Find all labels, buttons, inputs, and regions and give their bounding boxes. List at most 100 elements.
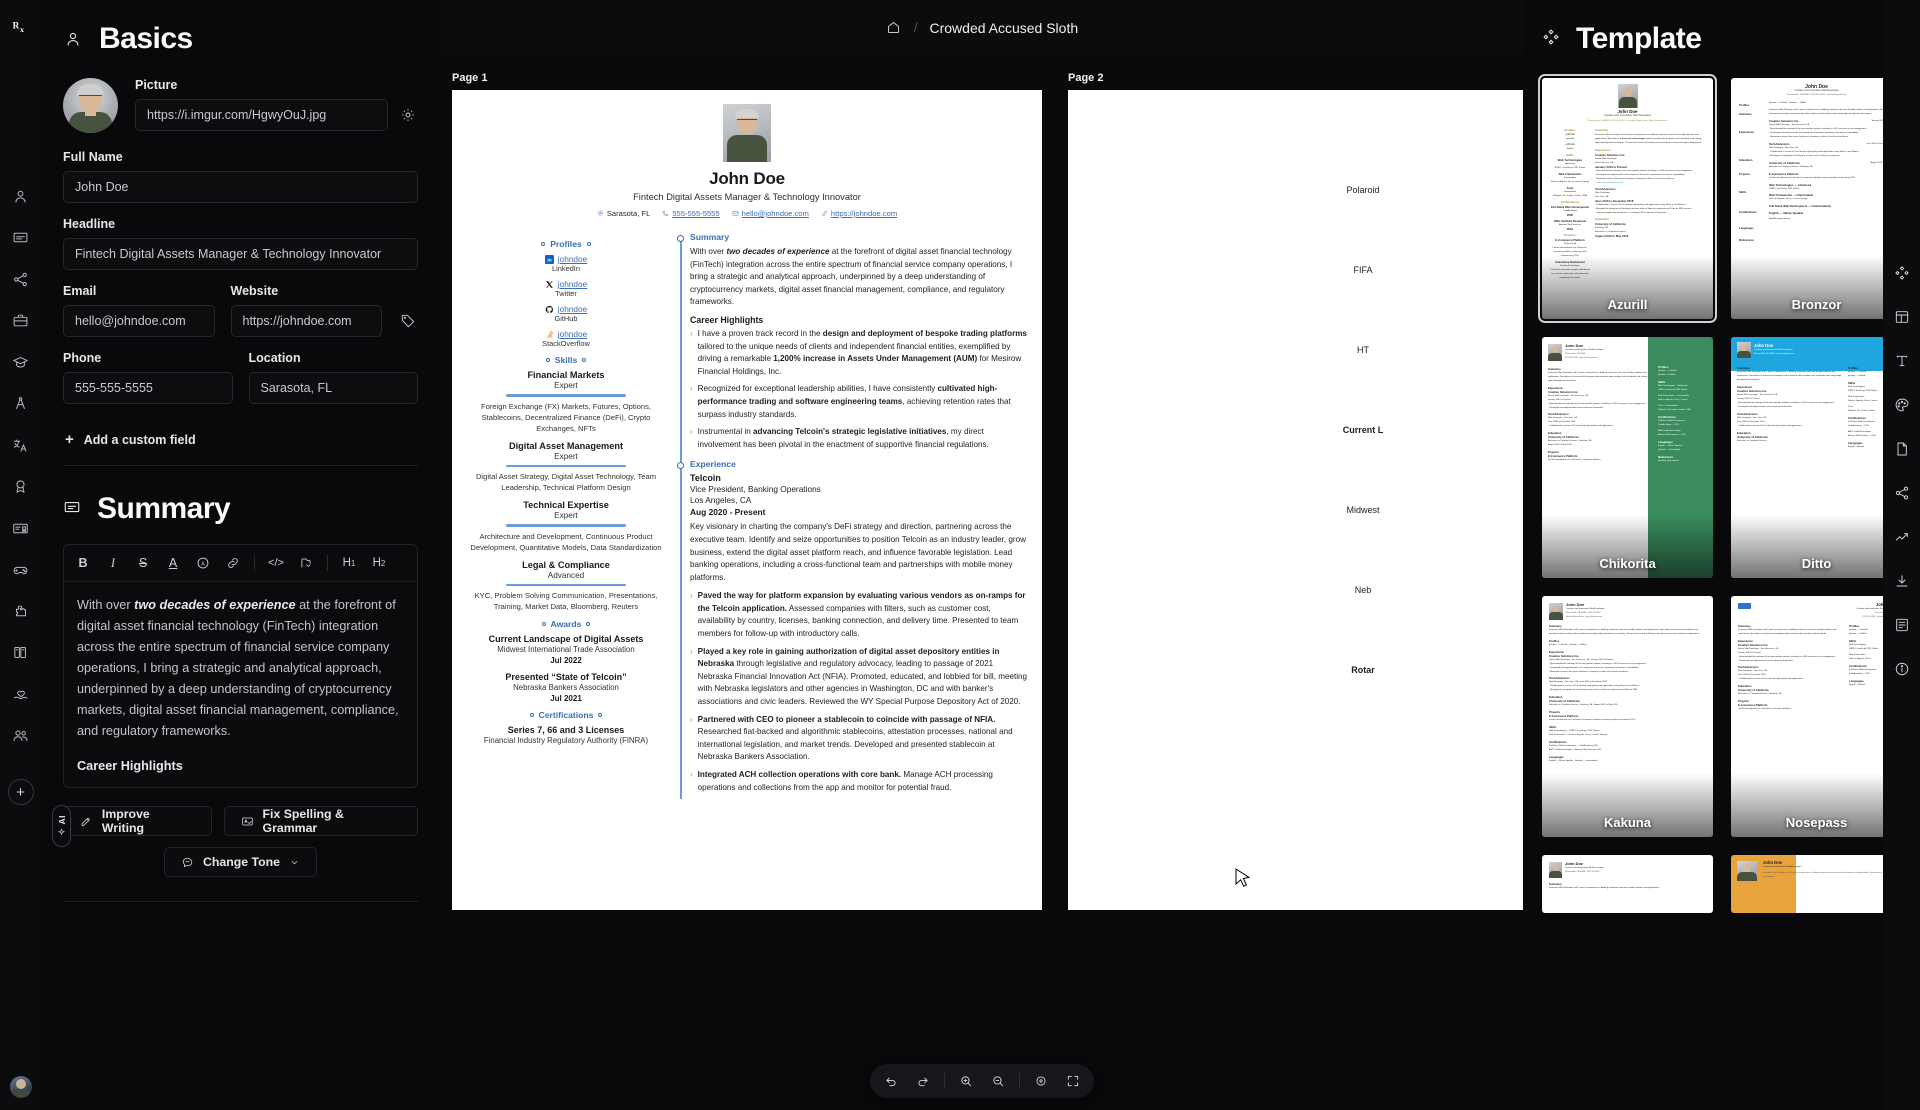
controls-separator-2 xyxy=(1018,1073,1020,1089)
right-rail-templates[interactable] xyxy=(1892,263,1911,282)
image-icon[interactable] xyxy=(291,552,321,574)
profile-username[interactable]: johndoe xyxy=(558,254,588,264)
resume-page-2[interactable]: Polaroid FIFA HT Current L Midwest Neb R… xyxy=(1068,90,1523,910)
user-avatar[interactable] xyxy=(10,1076,32,1098)
improve-writing-button[interactable]: Improve Writing xyxy=(63,806,212,836)
bold-button[interactable]: B xyxy=(68,552,98,574)
sidebar-item-summary[interactable] xyxy=(11,228,31,248)
add-custom-field-label: Add a custom field xyxy=(83,432,196,447)
right-rail-export[interactable] xyxy=(1892,571,1911,590)
contact-email-text[interactable]: hello@johndoe.com xyxy=(742,209,809,218)
profile-username[interactable]: johndoe xyxy=(558,279,588,289)
italic-button[interactable]: I xyxy=(98,552,128,574)
sidebar-item-basics[interactable] xyxy=(11,186,31,206)
skill-level: Expert xyxy=(554,511,578,520)
gear-icon[interactable] xyxy=(398,105,418,125)
center-icon[interactable] xyxy=(1026,1068,1056,1094)
location-field-group: Location Sarasota, FL xyxy=(248,351,418,404)
experience-bullet-text: Paved the way for platform expansion by … xyxy=(697,591,1026,639)
expand-icon[interactable] xyxy=(1058,1068,1088,1094)
heading-1-button[interactable]: H1 xyxy=(334,552,364,574)
right-rail-information[interactable] xyxy=(1892,659,1911,678)
contact-website-text[interactable]: https://johndoe.com xyxy=(831,209,897,218)
email-input[interactable]: hello@johndoe.com xyxy=(63,305,215,337)
heading-2-button[interactable]: H2 xyxy=(364,552,394,574)
template-card-azurill[interactable]: John Doe Creative and Innovative Web Dev… xyxy=(1538,74,1717,323)
picture-url-input[interactable]: https://i.imgur.com/HgwyOuJ.jpg xyxy=(135,99,388,131)
tag-icon[interactable] xyxy=(398,305,418,337)
pages-canvas[interactable]: Page 1 John Doe Fintech Digital Assets M… xyxy=(440,55,1523,1110)
ai-side-tab[interactable]: AI xyxy=(52,805,71,847)
contact-phone-text[interactable]: 555-555-5555 xyxy=(672,209,719,218)
resume-page-1[interactable]: John Doe Fintech Digital Assets Manager … xyxy=(452,90,1042,910)
add-custom-field-button[interactable]: + Add a custom field xyxy=(65,432,418,447)
avatar[interactable] xyxy=(63,78,118,133)
template-card-pikachu[interactable]: John Doe Creative and Innovative Web Deve… xyxy=(1731,855,1902,913)
template-card-bronzor[interactable]: John Doe Creative and Innovative Web Dev… xyxy=(1731,78,1902,319)
template-card-ditto[interactable]: John Doe Creative and Innovative Web Deve… xyxy=(1731,337,1902,578)
page2-fragment: Current L xyxy=(1342,425,1384,435)
phone-input[interactable]: 555-555-5555 xyxy=(63,372,233,404)
award-awarder: Midwest International Trade Association xyxy=(497,645,635,654)
page2-fragment: FIFA xyxy=(1353,265,1373,275)
sidebar-item-volunteering[interactable] xyxy=(11,684,31,704)
code-block-button[interactable]: </> xyxy=(261,552,291,574)
undo-icon[interactable] xyxy=(876,1068,906,1094)
resume-title[interactable]: Crowded Accused Sloth xyxy=(929,20,1078,36)
template-card-chikorita[interactable]: John Doe Creative and Innovative Web Deve… xyxy=(1542,337,1713,578)
template-card-nosepass[interactable]: John DoeCreative and Innovative Web Deve… xyxy=(1731,596,1902,837)
sidebar-item-certifications[interactable] xyxy=(11,518,31,538)
sidebar-item-languages[interactable] xyxy=(11,435,31,455)
right-rail-notes[interactable] xyxy=(1892,615,1911,634)
template-card-onyx[interactable]: John Doe Creative and Innovative Web Deve… xyxy=(1542,855,1713,913)
sidebar-item-profiles[interactable] xyxy=(11,269,31,289)
skill-item: Digital Asset Management Expert Digital … xyxy=(466,441,666,494)
summary-textarea[interactable]: With over two decades of experience at t… xyxy=(64,582,417,787)
sidebar-item-references[interactable] xyxy=(11,726,31,746)
zoom-in-icon[interactable] xyxy=(951,1068,981,1094)
fix-spelling-button[interactable]: Fix Spelling & Grammar xyxy=(223,806,418,836)
sidebar-item-education[interactable] xyxy=(11,352,31,372)
spellcheck-icon xyxy=(241,817,253,825)
full-name-input[interactable]: John Doe xyxy=(63,171,418,203)
template-card-kakuna[interactable]: John Doe Creative and Innovative Web Deve… xyxy=(1542,596,1713,837)
template-thumb: John DoeCreative and Innovative Web Deve… xyxy=(1731,855,1902,913)
home-icon[interactable] xyxy=(885,19,902,36)
text-color-button[interactable]: A xyxy=(158,552,188,574)
change-tone-button[interactable]: Change Tone xyxy=(164,847,317,877)
summary-bold: two decades of experience xyxy=(726,247,830,256)
x-twitter-icon xyxy=(545,280,554,289)
summary-heading: Summary xyxy=(677,232,1028,242)
zoom-out-icon[interactable] xyxy=(983,1068,1013,1094)
add-section-button[interactable]: + xyxy=(7,779,34,805)
right-rail-layout[interactable] xyxy=(1892,307,1911,326)
sidebar-item-awards[interactable] xyxy=(11,477,31,497)
sidebar-item-experience[interactable] xyxy=(11,311,31,331)
page2-fragment: Neb xyxy=(1354,585,1372,595)
controls-separator xyxy=(943,1073,945,1089)
profile-username[interactable]: johndoe xyxy=(558,304,588,314)
sidebar-item-skills[interactable] xyxy=(11,394,31,414)
headline-input[interactable]: Fintech Digital Assets Manager & Technol… xyxy=(63,238,418,270)
right-rail-typography[interactable] xyxy=(1892,351,1911,370)
profile-username[interactable]: johndoe xyxy=(558,329,588,339)
right-rail-sharing[interactable] xyxy=(1892,483,1911,502)
right-rail-page[interactable] xyxy=(1892,439,1911,458)
sidebar-item-interests[interactable] xyxy=(11,560,31,580)
sidebar-item-projects[interactable] xyxy=(11,601,31,621)
rx-logo-icon[interactable]: Rx xyxy=(10,16,32,38)
location-input[interactable]: Sarasota, FL xyxy=(248,372,418,404)
website-input[interactable]: https://johndoe.com xyxy=(230,305,382,337)
certification-issuer: Financial Industry Regulatory Authority … xyxy=(483,736,649,745)
skill-bar xyxy=(506,583,626,586)
experience-item: Telcoin Vice President, Banking Operatio… xyxy=(690,473,1028,794)
link-icon[interactable] xyxy=(218,552,248,574)
highlight-button[interactable]: A xyxy=(188,552,218,574)
redo-icon[interactable] xyxy=(908,1068,938,1094)
sidebar-item-publications[interactable] xyxy=(11,643,31,663)
improve-writing-label: Improve Writing xyxy=(101,807,150,835)
right-rail-statistics[interactable] xyxy=(1892,527,1911,546)
right-rail-theme[interactable] xyxy=(1892,395,1911,414)
strikethrough-button[interactable]: S xyxy=(128,552,158,574)
skill-level: Advanced xyxy=(547,570,585,580)
